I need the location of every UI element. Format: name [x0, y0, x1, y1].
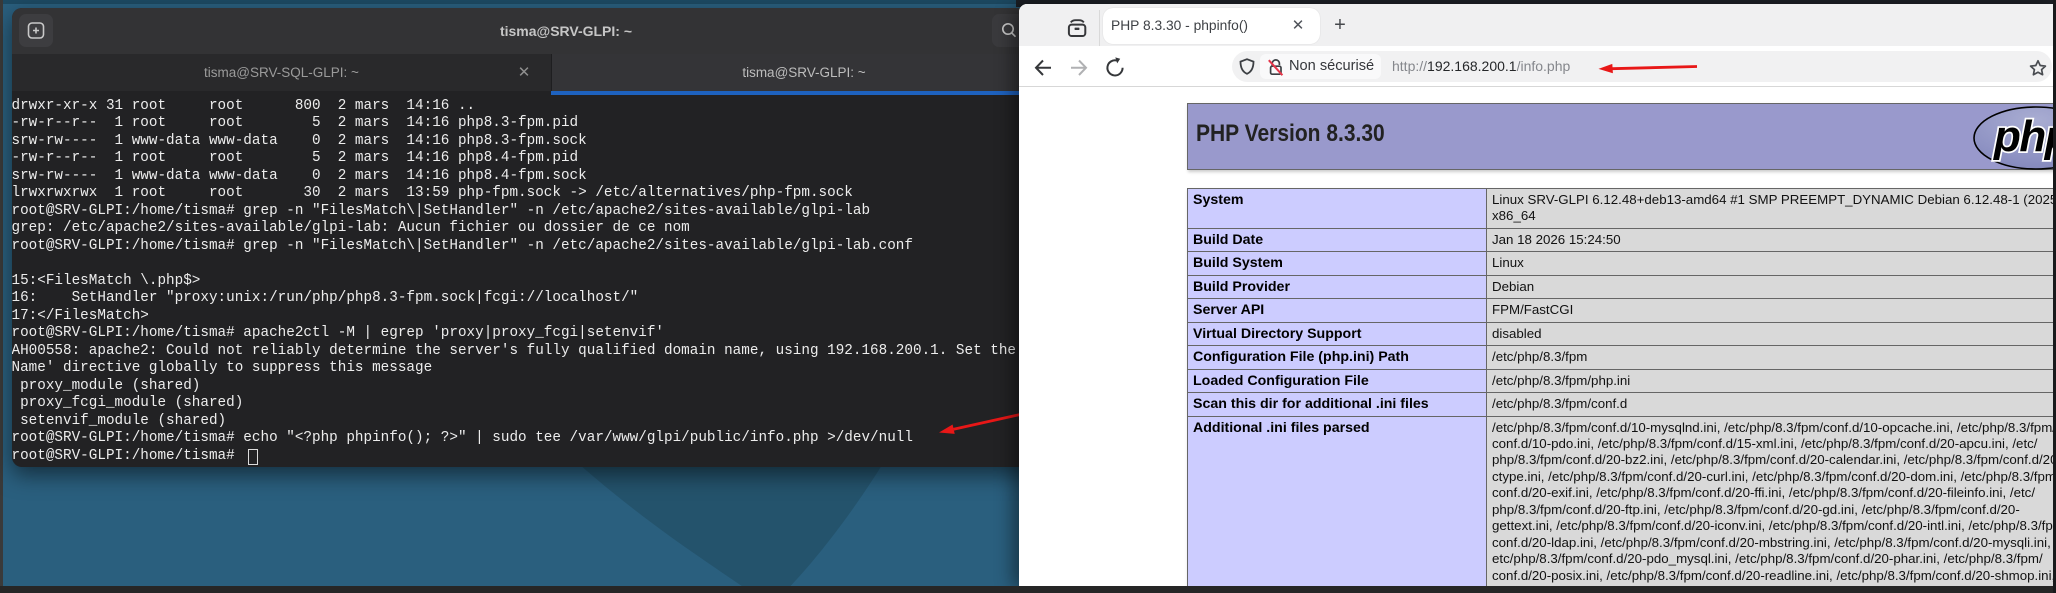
svg-text:php: php [1993, 112, 2056, 161]
